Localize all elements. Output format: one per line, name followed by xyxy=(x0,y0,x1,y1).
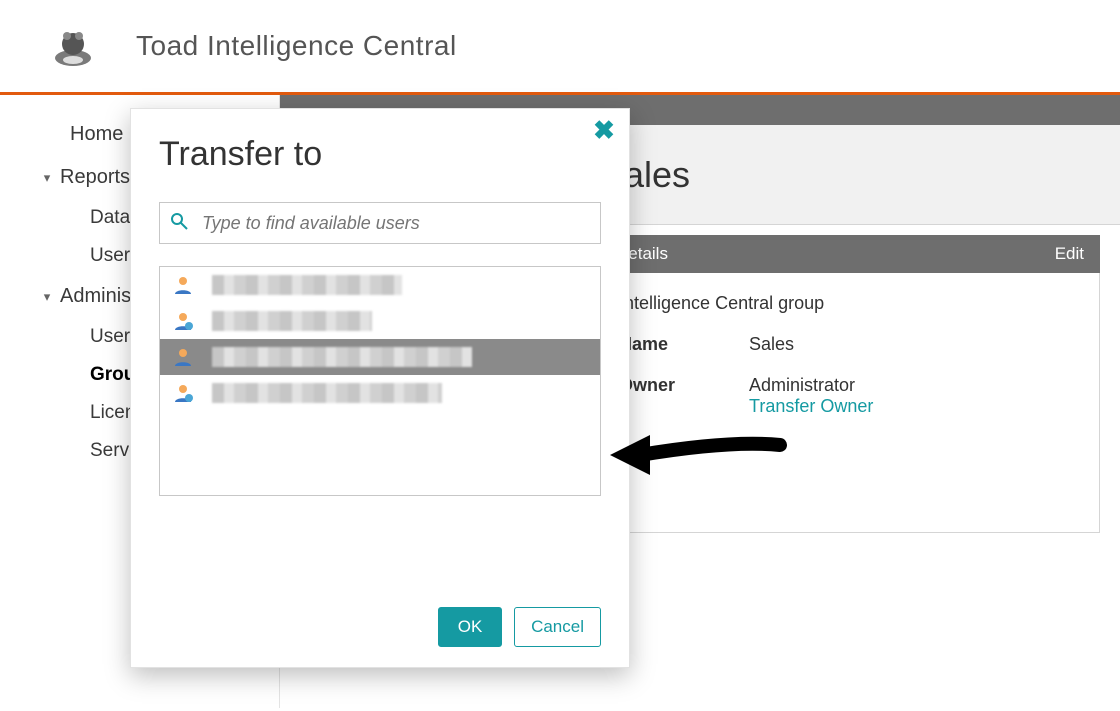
nav-reports-label: Reports xyxy=(60,166,130,189)
owner-value: Administrator xyxy=(749,375,873,396)
cancel-button[interactable]: Cancel xyxy=(514,607,601,647)
details-body: Intelligence Central group Name Sales Ow… xyxy=(600,273,1100,533)
dialog-title: Transfer to xyxy=(159,135,601,174)
name-label: Name xyxy=(619,334,749,355)
chevron-down-icon: ▾ xyxy=(40,170,54,186)
ok-button[interactable]: OK xyxy=(438,607,502,647)
user-row[interactable] xyxy=(160,375,600,411)
search-icon xyxy=(170,212,188,235)
chevron-down-icon: ▾ xyxy=(40,289,54,305)
details-header: Details Edit xyxy=(600,235,1100,273)
search-input[interactable] xyxy=(200,212,590,235)
name-value: Sales xyxy=(749,334,794,355)
user-icon xyxy=(172,346,194,368)
dialog-buttons: OK Cancel xyxy=(438,607,601,647)
owner-label: Owner xyxy=(619,375,749,417)
user-row[interactable] xyxy=(160,267,600,303)
transfer-to-dialog: ✖ Transfer to xyxy=(130,108,630,668)
user-icon xyxy=(172,382,194,404)
close-icon[interactable]: ✖ xyxy=(589,115,619,145)
topbar: Toad Intelligence Central xyxy=(0,0,1120,95)
user-row[interactable] xyxy=(160,339,600,375)
user-row[interactable] xyxy=(160,303,600,339)
transfer-owner-link[interactable]: Transfer Owner xyxy=(749,396,873,417)
user-icon xyxy=(172,274,194,296)
search-box[interactable] xyxy=(159,202,601,244)
user-icon xyxy=(172,310,194,332)
group-type-text: Intelligence Central group xyxy=(619,293,1081,314)
redacted-user-name xyxy=(212,347,472,367)
toad-logo xyxy=(50,24,96,68)
user-list xyxy=(159,266,601,496)
app-title: Toad Intelligence Central xyxy=(136,30,457,62)
edit-link[interactable]: Edit xyxy=(1055,244,1084,264)
redacted-user-name xyxy=(212,275,402,295)
redacted-user-name xyxy=(212,311,372,331)
redacted-user-name xyxy=(212,383,442,403)
